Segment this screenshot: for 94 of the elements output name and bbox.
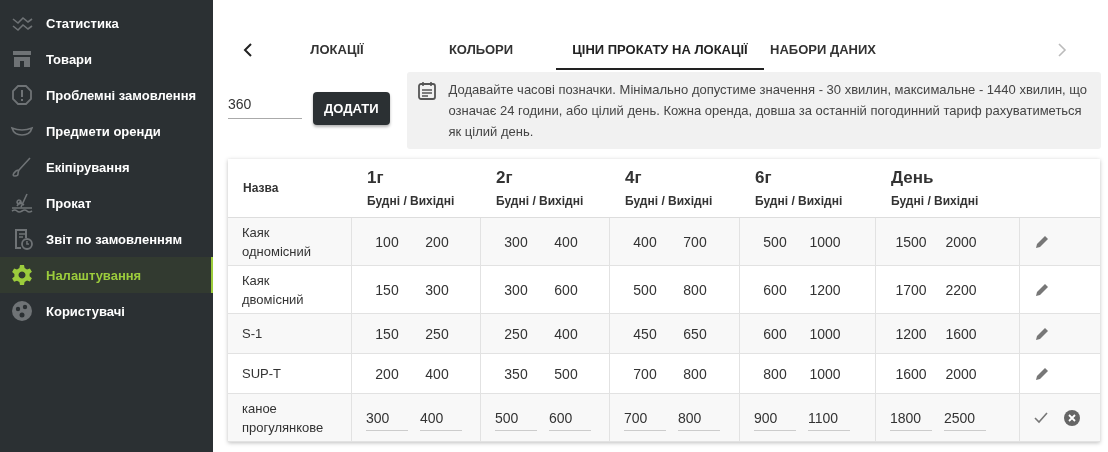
table-cell-text: 1000	[808, 325, 842, 342]
table-cell-text: 600	[553, 281, 579, 298]
tab[interactable]: ЦІНИ ПРОКАТУ НА ЛОКАЦІЇ	[556, 30, 764, 70]
table-cell-text: 200	[424, 233, 450, 250]
table-cell-text: 200	[374, 365, 400, 382]
column-subheader: Будні / Вихідні	[496, 194, 585, 208]
sidebar-item[interactable]: Статистика	[0, 5, 213, 41]
table-cell-text: 350	[503, 365, 529, 382]
sidebar-item[interactable]: Товари	[0, 41, 213, 77]
price-input[interactable]: 800	[678, 404, 720, 431]
table-cell-text: 1600	[894, 365, 928, 382]
table-cell-text: 600	[762, 281, 788, 298]
price-input[interactable]: 2500	[944, 404, 986, 431]
table-cell-text: 800	[682, 281, 708, 298]
column-subheader: Будні / Вихідні	[625, 194, 714, 208]
column-subheader: Будні / Вихідні	[755, 194, 844, 208]
table-cell-text: 500	[762, 233, 788, 250]
table-cell-text: SUP-T	[242, 365, 281, 383]
column-subheader: Будні / Вихідні	[367, 194, 456, 208]
table-cell-text: 400	[424, 365, 450, 382]
price-input[interactable]: 600	[549, 404, 591, 431]
column-subheader: Будні / Вихідні	[891, 194, 980, 208]
table-cell-text: S-1	[242, 325, 263, 343]
price-input[interactable]: 300	[366, 404, 408, 431]
table-cell-text: 300	[424, 281, 450, 298]
chevron-left-icon[interactable]	[243, 43, 253, 57]
tab[interactable]: КОЛЬОРИ	[406, 30, 556, 70]
users-icon	[10, 299, 34, 323]
kayaker-icon	[10, 191, 34, 215]
table-cell-text: 800	[682, 365, 708, 382]
sidebar-item[interactable]: Проблемні замовлення	[0, 77, 213, 113]
table-cell-text: 300	[503, 233, 529, 250]
table-cell-text: 500	[632, 281, 658, 298]
table-cell-text: 400	[553, 233, 579, 250]
price-input[interactable]: 1800	[890, 404, 932, 431]
table-cell-text: 450	[632, 325, 658, 342]
sidebar-item[interactable]: Налаштування	[0, 257, 213, 293]
table-cell-text: 1200	[894, 325, 928, 342]
edit-icon[interactable]	[1034, 233, 1050, 250]
table-cell-text: 400	[553, 325, 579, 342]
column-header: 1г	[367, 168, 385, 188]
table-cell-text: 2000	[944, 233, 978, 250]
table-cell-text: 1700	[894, 281, 928, 298]
table-cell-text: 1000	[808, 233, 842, 250]
table-cell-text: 250	[424, 325, 450, 342]
table-cell-text: 800	[762, 365, 788, 382]
column-header: День	[891, 168, 935, 188]
price-input[interactable]: 500	[495, 404, 537, 431]
table-cell-text: 2000	[944, 365, 978, 382]
price-input[interactable]: 900	[754, 404, 796, 431]
sidebar-item[interactable]: Екіпірування	[0, 149, 213, 185]
edit-icon[interactable]	[1034, 325, 1050, 342]
table-cell-text: Каяк одномісний	[242, 223, 312, 261]
tab[interactable]: ЛОКАЦІЇ	[268, 30, 406, 70]
table-cell-text: 250	[503, 325, 529, 342]
paddle-icon	[10, 155, 34, 179]
table-cell-text: 150	[374, 281, 400, 298]
note-icon	[416, 81, 437, 101]
add-button[interactable]: ДОДАТИ	[313, 92, 390, 125]
table-cell-text: 300	[503, 281, 529, 298]
table-cell-text: 650	[682, 325, 708, 342]
sidebar-item[interactable]: Прокат	[0, 185, 213, 221]
info-text: Додавайте часові позначки. Мінімально допустиме значення - 30 хвилин, максимальне - 1440 хвилин, що означає 24 години, або цілий день. Кожна оренда, довша за останній погодинний тариф рахуватиметься як цілий день.	[448, 81, 1089, 141]
sidebar-item[interactable]: Предмети оренди	[0, 113, 213, 149]
table-cell-text: 700	[632, 365, 658, 382]
table-cell-text: 1500	[894, 233, 928, 250]
sidebar-item[interactable]: Звіт по замовленням	[0, 221, 213, 257]
table-cell-text: 1000	[808, 365, 842, 382]
edit-icon[interactable]	[1034, 365, 1050, 382]
column-header: 4г	[625, 168, 643, 188]
table-cell-text: 700	[682, 233, 708, 250]
table-cell-text: 150	[374, 325, 400, 342]
cancel-icon[interactable]	[1064, 409, 1080, 426]
alert-icon	[10, 83, 34, 107]
column-header: 2г	[496, 168, 514, 188]
price-input[interactable]: 1100	[808, 404, 850, 431]
table-cell-text: каное прогулянкове	[242, 399, 324, 437]
table-cell-text: 2200	[944, 281, 978, 298]
tab[interactable]: НАБОРИ ДАНИХ	[764, 30, 882, 70]
edit-icon[interactable]	[1034, 281, 1050, 298]
sidebar-item[interactable]: Користувачі	[0, 293, 213, 329]
table-cell-text: Каяк двомісний	[242, 271, 305, 309]
table-cell-text: 1200	[808, 281, 842, 298]
table-cell-text: 100	[374, 233, 400, 250]
table-cell-text: 1600	[944, 325, 978, 342]
table-cell-text: 500	[553, 365, 579, 382]
price-input[interactable]: 400	[420, 404, 462, 431]
settings-icon	[10, 263, 34, 287]
column-header: Назва	[243, 181, 280, 195]
column-header: 6г	[755, 168, 773, 188]
table-cell-text: 600	[762, 325, 788, 342]
table-cell-text: 400	[632, 233, 658, 250]
price-input[interactable]: 700	[624, 404, 666, 431]
check-icon[interactable]	[1034, 411, 1048, 424]
